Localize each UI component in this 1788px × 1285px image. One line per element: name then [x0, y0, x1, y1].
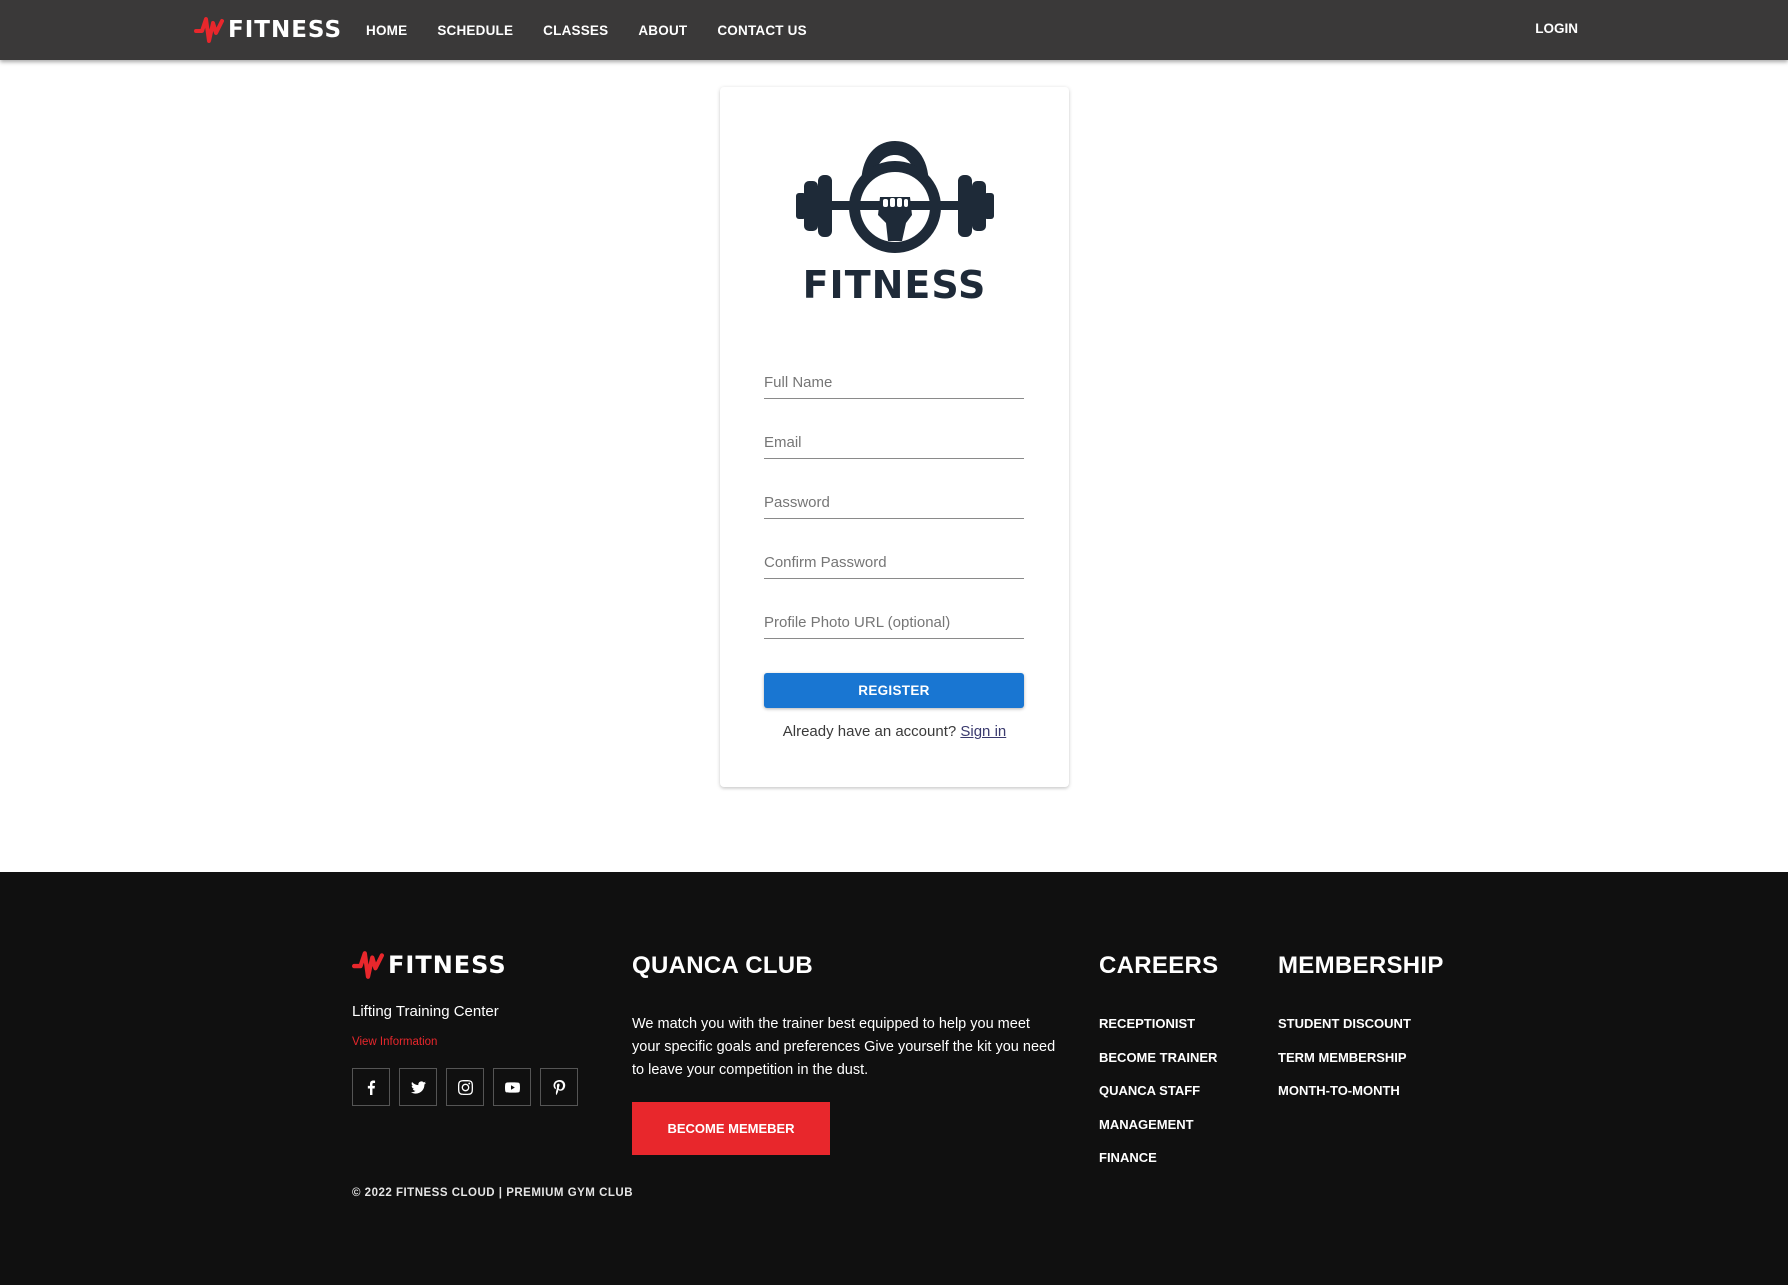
- careers-link-finance[interactable]: FINANCE: [1099, 1150, 1217, 1184]
- email-field[interactable]: [764, 425, 1024, 459]
- footer: FITNESS Lifting Training Center View Inf…: [0, 872, 1788, 1285]
- pinterest-button[interactable]: [540, 1068, 578, 1106]
- twitter-icon: [410, 1080, 426, 1094]
- nav-classes[interactable]: CLASSES: [543, 23, 608, 38]
- nav-schedule[interactable]: SCHEDULE: [437, 23, 513, 38]
- nav-contact-us[interactable]: CONTACT US: [717, 23, 807, 38]
- pulse-icon: [352, 951, 384, 979]
- nav-logo-text: FITNESS: [228, 17, 343, 43]
- instagram-button[interactable]: [446, 1068, 484, 1106]
- copyright-text: © 2022 FITNESS CLOUD | PREMIUM GYM CLUB: [352, 1187, 634, 1199]
- nav-links: HOME SCHEDULE CLASSES ABOUT CONTACT US: [366, 0, 837, 60]
- footer-logo[interactable]: FITNESS: [352, 948, 507, 982]
- register-card: FITNESS REGISTER Already have an account…: [720, 87, 1069, 787]
- careers-link-receptionist[interactable]: RECEPTIONIST: [1099, 1016, 1217, 1050]
- careers-link-quanca-staff[interactable]: QUANCA STAFF: [1099, 1083, 1217, 1117]
- facebook-button[interactable]: [352, 1068, 390, 1106]
- facebook-icon: [367, 1079, 375, 1095]
- signin-prompt-line: Already have an account? Sign in: [720, 723, 1069, 740]
- nav-about[interactable]: ABOUT: [638, 23, 687, 38]
- card-logo-text: FITNESS: [802, 263, 987, 307]
- nav-logo[interactable]: FITNESS: [194, 14, 342, 46]
- club-heading: QUANCA CLUB: [632, 952, 814, 979]
- footer-logo-text: FITNESS: [388, 951, 507, 979]
- careers-heading: CAREERS: [1099, 952, 1219, 979]
- nav-login-link[interactable]: LOGIN: [1535, 21, 1578, 36]
- careers-list: RECEPTIONIST BECOME TRAINER QUANCA STAFF…: [1099, 1016, 1217, 1184]
- careers-link-become-trainer[interactable]: BECOME TRAINER: [1099, 1050, 1217, 1084]
- profile-photo-url-field[interactable]: [764, 605, 1024, 639]
- signin-link[interactable]: Sign in: [960, 723, 1006, 740]
- kettlebell-barbell-logo-icon: [796, 141, 994, 253]
- top-navbar: FITNESS HOME SCHEDULE CLASSES ABOUT CONT…: [0, 0, 1788, 60]
- full-name-field[interactable]: [764, 365, 1024, 399]
- youtube-icon: [504, 1081, 520, 1093]
- confirm-password-field[interactable]: [764, 545, 1024, 579]
- membership-link-month-to-month[interactable]: MONTH-TO-MONTH: [1278, 1083, 1411, 1117]
- club-description: We match you with the trainer best equip…: [632, 1016, 1056, 1078]
- signin-prompt-text: Already have an account?: [782, 723, 957, 740]
- register-button[interactable]: REGISTER: [764, 673, 1024, 708]
- view-information-link[interactable]: View Information: [352, 1036, 437, 1048]
- membership-heading: MEMBERSHIP: [1278, 952, 1444, 979]
- pinterest-icon: [553, 1079, 565, 1095]
- membership-link-term-membership[interactable]: TERM MEMBERSHIP: [1278, 1050, 1411, 1084]
- twitter-button[interactable]: [399, 1068, 437, 1106]
- careers-link-management[interactable]: MANAGEMENT: [1099, 1117, 1217, 1151]
- youtube-button[interactable]: [493, 1068, 531, 1106]
- instagram-icon: [457, 1079, 473, 1095]
- password-field[interactable]: [764, 485, 1024, 519]
- footer-tagline: Lifting Training Center: [352, 1003, 499, 1020]
- membership-list: STUDENT DISCOUNT TERM MEMBERSHIP MONTH-T…: [1278, 1016, 1411, 1117]
- become-member-button[interactable]: BECOME MEMEBER: [632, 1102, 830, 1155]
- social-links: [352, 1068, 587, 1106]
- nav-home[interactable]: HOME: [366, 23, 407, 38]
- membership-link-student-discount[interactable]: STUDENT DISCOUNT: [1278, 1016, 1411, 1050]
- pulse-icon: [194, 17, 224, 43]
